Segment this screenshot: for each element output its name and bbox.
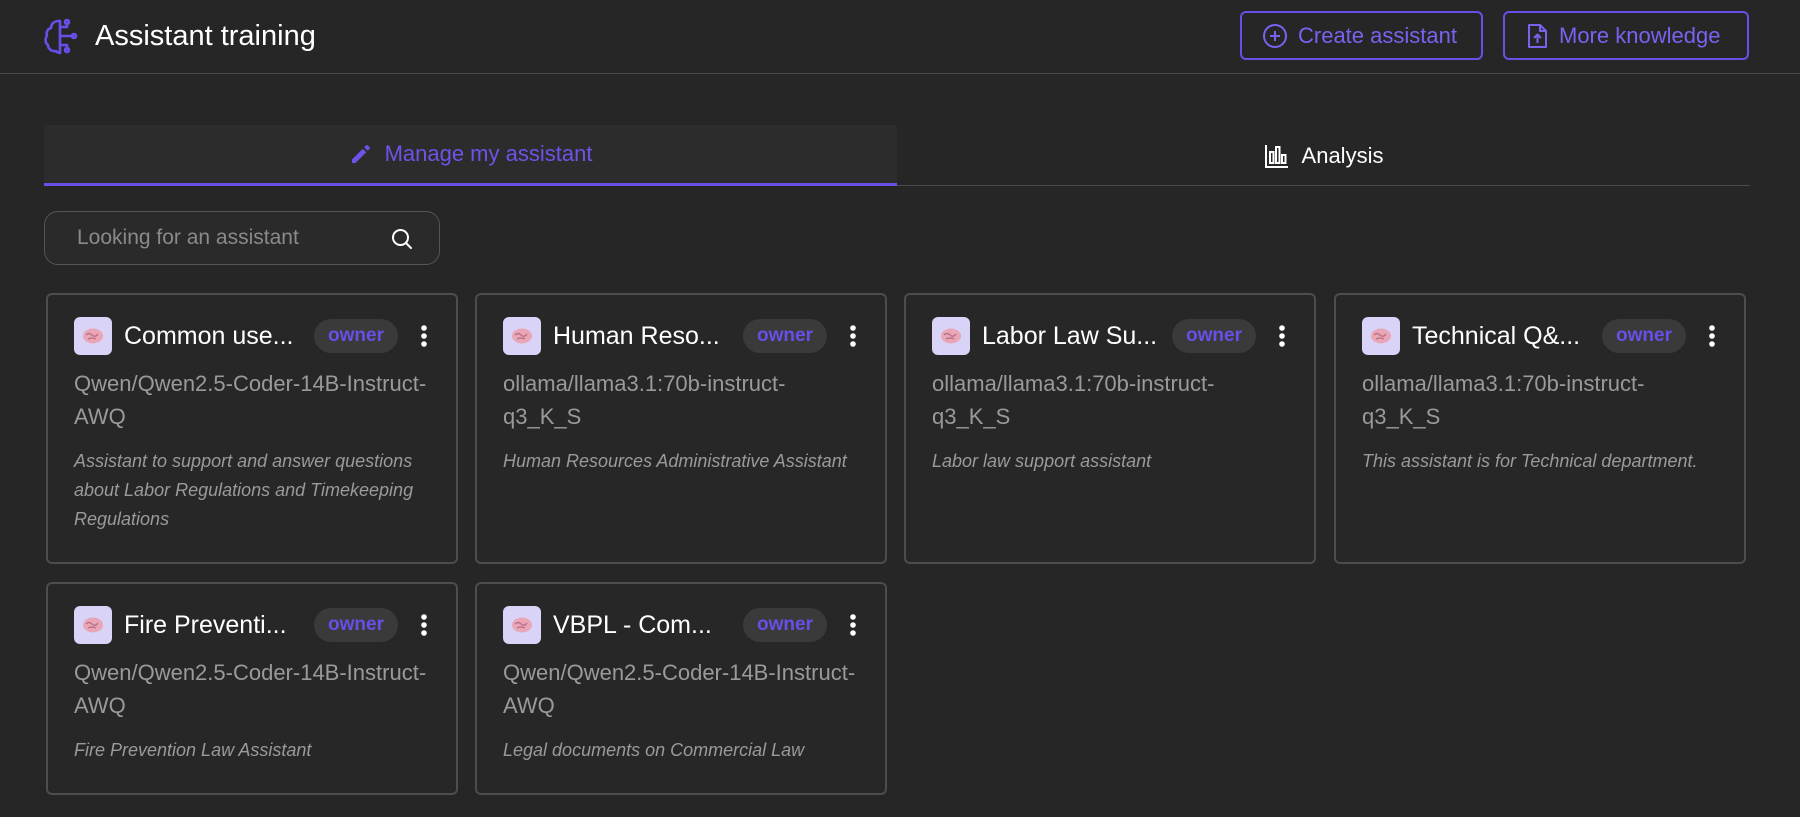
tab-analysis[interactable]: Analysis bbox=[897, 125, 1750, 186]
create-assistant-label: Create assistant bbox=[1298, 22, 1457, 48]
avatar bbox=[932, 317, 970, 355]
card-model: Qwen/Qwen2.5-Coder-14B-Instruct-AWQ bbox=[74, 660, 427, 718]
tab-manage-my-assistant[interactable]: Manage my assistant bbox=[44, 125, 897, 186]
plus-circle-icon bbox=[1263, 23, 1287, 48]
card-model: ollama/llama3.1:70b-instruct-q3_K_S bbox=[1362, 371, 1645, 429]
more-options-icon[interactable] bbox=[843, 610, 863, 640]
avatar bbox=[74, 606, 112, 644]
card-title: Fire Preventi... bbox=[124, 611, 287, 639]
brain-icon bbox=[512, 617, 532, 633]
more-options-icon[interactable] bbox=[414, 610, 434, 640]
card-description: Human Resources Administrative Assistant bbox=[503, 451, 847, 471]
card-description: Labor law support assistant bbox=[932, 451, 1152, 471]
assistant-card[interactable]: Fire Preventi... owner Qwen/Qwen2.5-Code… bbox=[46, 582, 458, 795]
card-header: Human Reso... owner bbox=[503, 315, 863, 355]
card-model: Qwen/Qwen2.5-Coder-14B-Instruct-AWQ bbox=[74, 371, 427, 429]
card-header: Common use... owner bbox=[74, 315, 434, 355]
brain-circuit-icon bbox=[44, 18, 78, 55]
card-description: Assistant to support and answer question… bbox=[74, 451, 414, 529]
file-upload-icon bbox=[1528, 23, 1547, 48]
avatar bbox=[503, 317, 541, 355]
assistant-card[interactable]: VBPL - Com... owner Qwen/Qwen2.5-Coder-1… bbox=[475, 582, 887, 795]
card-model: ollama/llama3.1:70b-instruct-q3_K_S bbox=[503, 371, 786, 429]
owner-badge: owner bbox=[1602, 319, 1686, 353]
owner-badge: owner bbox=[743, 608, 827, 642]
brain-icon bbox=[83, 617, 103, 633]
brain-icon bbox=[83, 328, 103, 344]
card-title: Labor Law Su... bbox=[982, 322, 1158, 350]
more-knowledge-button[interactable]: More knowledge bbox=[1503, 11, 1749, 60]
pencil-icon bbox=[351, 145, 370, 163]
more-knowledge-label: More knowledge bbox=[1559, 22, 1721, 48]
more-options-icon[interactable] bbox=[1702, 321, 1722, 351]
owner-badge: owner bbox=[743, 319, 827, 353]
card-title: Human Reso... bbox=[553, 322, 720, 350]
card-description: This assistant is for Technical departme… bbox=[1362, 451, 1698, 471]
card-model: Qwen/Qwen2.5-Coder-14B-Instruct-AWQ bbox=[503, 660, 856, 718]
owner-badge: owner bbox=[314, 608, 398, 642]
card-title: VBPL - Com... bbox=[553, 611, 712, 639]
brain-icon bbox=[941, 328, 961, 344]
create-assistant-button[interactable]: Create assistant bbox=[1240, 11, 1483, 60]
card-model: ollama/llama3.1:70b-instruct-q3_K_S bbox=[932, 371, 1215, 429]
assistant-card[interactable]: Common use... owner Qwen/Qwen2.5-Coder-1… bbox=[46, 293, 458, 564]
card-header: Labor Law Su... owner bbox=[932, 315, 1292, 355]
card-header: Technical Q&... owner bbox=[1362, 315, 1722, 355]
page-title: Assistant training bbox=[95, 20, 316, 52]
assistant-card[interactable]: Human Reso... owner ollama/llama3.1:70b-… bbox=[475, 293, 887, 564]
more-options-icon[interactable] bbox=[843, 321, 863, 351]
assistant-card[interactable]: Labor Law Su... owner ollama/llama3.1:70… bbox=[904, 293, 1316, 564]
search-box bbox=[44, 211, 440, 265]
card-header: VBPL - Com... owner bbox=[503, 604, 863, 644]
app-header: Assistant training Create assistant More… bbox=[0, 0, 1800, 74]
more-options-icon[interactable] bbox=[414, 321, 434, 351]
owner-badge: owner bbox=[1172, 319, 1256, 353]
brain-icon bbox=[512, 328, 532, 344]
card-title: Common use... bbox=[124, 322, 294, 350]
card-header: Fire Preventi... owner bbox=[74, 604, 434, 644]
search-input[interactable] bbox=[45, 225, 375, 251]
avatar bbox=[503, 606, 541, 644]
tab-manage-label: Manage my assistant bbox=[384, 141, 593, 166]
owner-badge: owner bbox=[314, 319, 398, 353]
card-description: Fire Prevention Law Assistant bbox=[74, 740, 312, 760]
tab-bar: Manage my assistant Analysis bbox=[44, 125, 1750, 186]
avatar bbox=[74, 317, 112, 355]
search-icon[interactable] bbox=[391, 228, 413, 250]
card-description: Legal documents on Commercial Law bbox=[503, 740, 805, 760]
brain-icon bbox=[1371, 328, 1391, 344]
more-options-icon[interactable] bbox=[1272, 321, 1292, 351]
bar-chart-icon bbox=[1264, 144, 1288, 168]
tab-analysis-label: Analysis bbox=[1301, 142, 1384, 168]
avatar bbox=[1362, 317, 1400, 355]
card-title: Technical Q&... bbox=[1412, 322, 1581, 350]
assistant-card[interactable]: Technical Q&... owner ollama/llama3.1:70… bbox=[1334, 293, 1746, 564]
